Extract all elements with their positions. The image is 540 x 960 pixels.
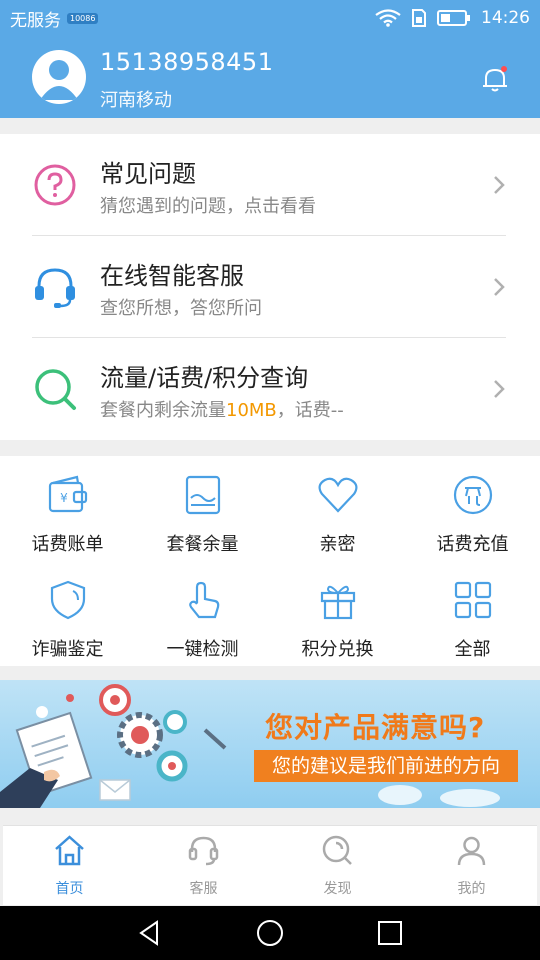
grid-item-one-key-check[interactable]: 一键检测: [135, 561, 270, 666]
grid-item-label: 全部: [454, 639, 491, 660]
chevron-right-icon: [494, 278, 505, 296]
home-button-icon[interactable]: [255, 918, 285, 948]
headset-icon: [35, 268, 75, 308]
account-header: 15138958451 河南移动: [0, 36, 540, 118]
list-item-faq[interactable]: 常见问题 猜您遇到的问题，点击看看: [0, 134, 540, 236]
list-item-online-service[interactable]: 在线智能客服 查您所想，答您所问: [0, 236, 540, 338]
list-item-title: 流量/话费/积分查询: [100, 364, 309, 392]
carrier-status-text: 无服务: [10, 10, 61, 31]
list-item-title: 常见问题: [100, 160, 196, 188]
quick-actions-grid: ¥ 话费账单 套餐余量 亲密 话费充值 诈骗鉴定 一键检测 积分兑换 全部: [0, 456, 540, 666]
wifi-icon: [375, 9, 401, 27]
recharge-icon: [453, 475, 493, 515]
remaining-data-value: 10MB: [226, 400, 277, 421]
grid-item-all[interactable]: 全部: [405, 561, 540, 666]
notification-bell-icon[interactable]: [480, 64, 510, 94]
gift-icon: [320, 585, 356, 620]
battery-icon: [437, 10, 470, 26]
grid-item-bill[interactable]: ¥ 话费账单: [0, 456, 135, 561]
tab-label: 客服: [189, 881, 218, 897]
tab-label: 我的: [457, 881, 486, 897]
profile-icon: [457, 836, 486, 866]
clock: 14:26: [481, 8, 530, 28]
discover-icon: [322, 835, 352, 865]
chevron-right-icon: [494, 380, 505, 398]
banner-headline: 您对产品满意吗?: [265, 711, 486, 744]
recents-icon[interactable]: [375, 918, 405, 948]
question-icon: [34, 164, 76, 206]
list-item-title: 在线智能客服: [100, 262, 244, 290]
avatar[interactable]: [32, 50, 86, 104]
list-item-subtitle: 套餐内剩余流量10MB，话费--: [100, 396, 344, 422]
tab-service[interactable]: 客服: [137, 826, 270, 906]
search-icon: [35, 369, 76, 410]
svg-text:¥: ¥: [60, 491, 68, 505]
grid-item-package[interactable]: 套餐余量: [135, 456, 270, 561]
feedback-banner[interactable]: 您对产品满意吗? 您的建议是我们前进的方向: [0, 680, 540, 808]
carrier-name: 河南移动: [100, 90, 172, 111]
chevron-right-icon: [494, 176, 505, 194]
status-bar: 无服务 10086 14:26: [0, 0, 540, 36]
grid-item-label: 套餐余量: [166, 534, 239, 555]
tab-home[interactable]: 首页: [3, 826, 136, 906]
grid-item-label: 话费充值: [436, 534, 509, 555]
home-icon: [55, 835, 84, 866]
gears-illustration: [0, 684, 227, 808]
tab-mine[interactable]: 我的: [405, 826, 538, 906]
grid-icon: [454, 581, 492, 619]
grid-item-label: 诈骗鉴定: [31, 639, 104, 660]
sim-chip: 10086: [67, 12, 99, 24]
heart-icon: [318, 477, 358, 513]
subtitle-prefix: 套餐内剩余流量: [100, 400, 226, 421]
grid-item-label: 一键检测: [166, 639, 239, 660]
list-item-usage-query[interactable]: 流量/话费/积分查询 套餐内剩余流量10MB，话费--: [0, 338, 540, 440]
service-list: 常见问题 猜您遇到的问题，点击看看 在线智能客服 查您所想，答您所问 流量/话费…: [0, 134, 540, 440]
grid-item-recharge[interactable]: 话费充值: [405, 456, 540, 561]
grid-item-label: 积分兑换: [301, 639, 374, 660]
tab-discover[interactable]: 发现: [271, 826, 404, 906]
list-item-subtitle: 猜您遇到的问题，点击看看: [100, 196, 316, 217]
sim-card-icon: [412, 9, 426, 27]
shield-icon: [50, 580, 86, 620]
grid-item-fraud-check[interactable]: 诈骗鉴定: [0, 561, 135, 666]
user-avatar-icon: [40, 60, 78, 100]
wallet-icon: ¥: [48, 475, 88, 513]
grid-item-label: 话费账单: [31, 534, 104, 555]
list-item-subtitle: 查您所想，答您所问: [100, 298, 262, 319]
package-icon: [185, 475, 221, 515]
back-icon[interactable]: [135, 918, 165, 948]
grid-item-label: 亲密: [319, 534, 356, 555]
system-navigation-bar: [0, 906, 540, 960]
tab-label: 发现: [323, 881, 352, 897]
grid-item-intimate[interactable]: 亲密: [270, 456, 405, 561]
banner-subline: 您的建议是我们前进的方向: [254, 750, 518, 782]
subtitle-suffix: ，话费--: [276, 400, 344, 421]
headset-icon: [188, 836, 219, 866]
phone-number: 15138958451: [100, 48, 274, 76]
bottom-tab-bar: 首页 客服 发现 我的: [3, 825, 537, 905]
grid-item-points-exchange[interactable]: 积分兑换: [270, 561, 405, 666]
tap-icon: [189, 581, 220, 619]
tab-label: 首页: [55, 881, 84, 897]
